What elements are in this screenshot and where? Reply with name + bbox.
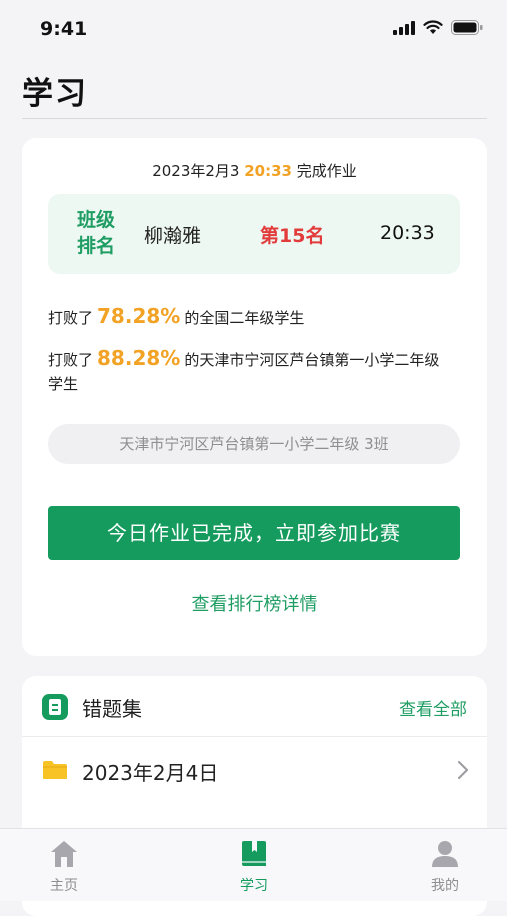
status-time: 9:41 (40, 18, 88, 40)
title-divider (22, 118, 487, 119)
status-bar: 9:41 (0, 0, 507, 56)
view-all-link[interactable]: 查看全部 (399, 695, 467, 720)
summary-time: 20:33 (244, 162, 292, 180)
beat-national-text: 打败了 78.28% 的全国二年级学生 (48, 304, 448, 330)
rank-time: 20:33 (380, 222, 435, 244)
wrong-questions-title: 错题集 (82, 697, 142, 721)
folder-icon (43, 761, 67, 779)
class-name-pill: 天津市宁河区芦台镇第一小学二年级 3班 (48, 424, 460, 464)
beat-school-percent: 88.28% (97, 346, 181, 370)
person-icon (432, 841, 458, 867)
tab-study-label: 学习 (240, 878, 268, 894)
beat-national-suffix: 的全国二年级学生 (184, 309, 305, 327)
rank-label-line2: 排名 (76, 235, 115, 257)
home-icon (51, 841, 77, 867)
summary-status: 完成作业 (296, 162, 357, 180)
tab-study[interactable]: 学习 (214, 839, 294, 895)
class-rank-label: 班级 排名 (76, 207, 116, 259)
homework-card: 2023年2月3 20:33 完成作业 班级 排名 柳瀚雅 第15名 20:33… (22, 138, 487, 656)
rank-position: 第15名 (260, 225, 325, 247)
cellular-signal-icon (393, 20, 415, 35)
wifi-icon (423, 20, 443, 34)
battery-icon (451, 20, 483, 35)
wrong-questions-icon (42, 694, 68, 720)
join-competition-button[interactable]: 今日作业已完成，立即参加比赛 (48, 506, 460, 560)
leaderboard-details-link[interactable]: 查看排行榜详情 (22, 590, 487, 616)
tab-home-label: 主页 (50, 878, 78, 894)
beat-national-percent: 78.28% (97, 304, 181, 328)
beat-national-prefix: 打败了 (48, 309, 94, 327)
homework-summary: 2023年2月3 20:33 完成作业 (22, 160, 487, 181)
status-icons (393, 20, 483, 35)
tab-mine-label: 我的 (431, 878, 459, 894)
rank-label-line1: 班级 (76, 209, 115, 231)
summary-date: 2023年2月3 (152, 162, 240, 180)
tab-mine[interactable]: 我的 (405, 839, 485, 895)
student-name: 柳瀚雅 (144, 225, 202, 247)
chevron-right-icon[interactable] (457, 760, 469, 780)
wrong-question-date[interactable]: 2023年2月4日 (82, 757, 218, 786)
tab-home[interactable]: 主页 (24, 839, 104, 895)
page-title: 学习 (22, 76, 88, 112)
tab-bar: 主页 学习 我的 (0, 828, 507, 901)
book-icon (242, 841, 266, 866)
beat-school-prefix: 打败了 (48, 351, 94, 369)
beat-school-text: 打败了 88.28% 的天津市宁河区芦台镇第一小学二年级学生 (48, 346, 448, 396)
wrong-questions-divider (22, 736, 487, 737)
class-rank-box: 班级 排名 柳瀚雅 第15名 20:33 (48, 194, 460, 274)
